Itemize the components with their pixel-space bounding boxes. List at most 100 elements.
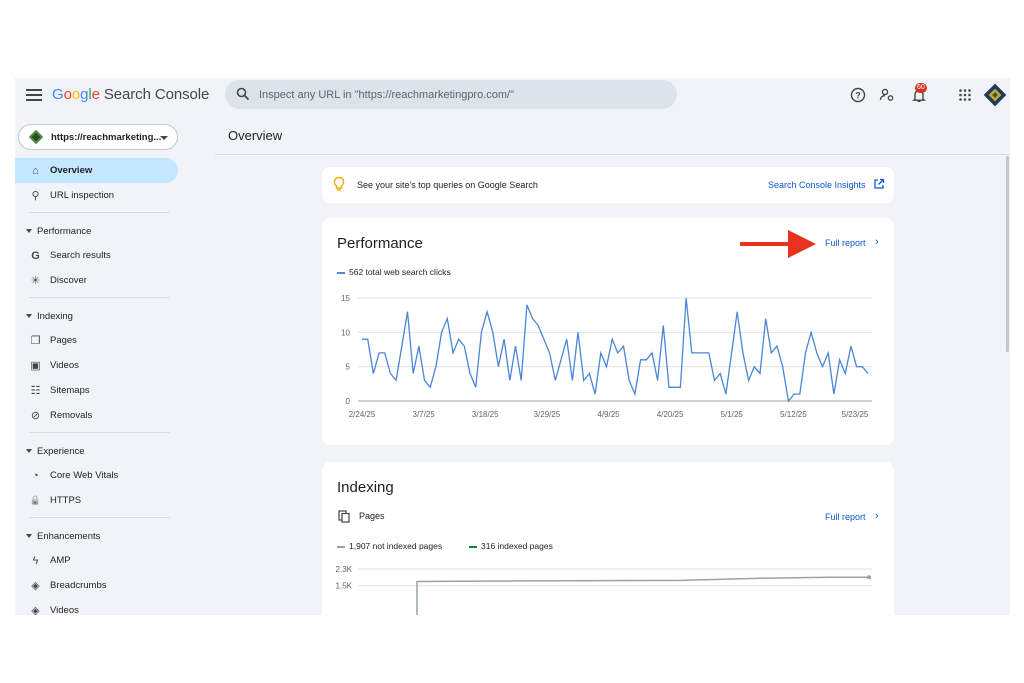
- sidebar-item-amp[interactable]: ϟ AMP: [15, 548, 185, 573]
- performance-chart: 0 5 10 15 2/24/25 3/7/25 3/18/25 3/29/25 4/9/25 4…: [341, 294, 872, 419]
- legend-label: 562 total web search clicks: [349, 267, 451, 277]
- sidebar-item-url-inspection[interactable]: ⚲ URL inspection: [15, 183, 185, 208]
- indexing-full-report-link[interactable]: Full report: [825, 512, 866, 522]
- legend-not-indexed[interactable]: 1,907 not indexed pages: [337, 541, 442, 551]
- sidebar-item-search-results[interactable]: G Search results: [15, 243, 185, 268]
- sidebar-section-label: Performance: [37, 226, 92, 237]
- pages-icon: ❐: [30, 335, 41, 347]
- sidebar-item-label: Sitemaps: [50, 385, 90, 396]
- property-label: https://reachmarketing...: [51, 132, 162, 143]
- sidebar-divider: [29, 212, 170, 213]
- sidebar-item-core-web-vitals[interactable]: ◔ Core Web Vitals: [15, 463, 185, 488]
- sidebar-item-label: Search results: [50, 250, 111, 261]
- sidebar-section-indexing[interactable]: Indexing: [15, 303, 185, 328]
- sidebar-item-sitemaps[interactable]: ☷ Sitemaps: [15, 378, 185, 403]
- search-console-insights-link[interactable]: Search Console Insights: [768, 180, 866, 190]
- sidebar: ⌂ Overview ⚲ URL inspection Performance G Sear…: [15, 158, 185, 615]
- chevron-down-icon: [160, 136, 168, 140]
- legend-label: 1,907 not indexed pages: [349, 541, 443, 551]
- sidebar-item-breadcrumbs[interactable]: ◈ Breadcrumbs: [15, 573, 185, 598]
- sidebar-item-discover[interactable]: ✳ Discover: [15, 268, 185, 293]
- indexing-card: Indexing Pages Full report › 1,907 not i…: [322, 462, 894, 615]
- caret-down-icon: [26, 314, 32, 318]
- sidebar-item-pages[interactable]: ❐ Pages: [15, 328, 185, 353]
- x-tick-label: 4/9/25: [597, 410, 620, 419]
- sidebar-item-label: Removals: [50, 410, 93, 421]
- legend-label: 316 indexed pages: [481, 541, 553, 551]
- search-icon: ⚲: [31, 190, 40, 202]
- insights-text: See your site's top queries on Google Se…: [357, 180, 538, 190]
- sidebar-item-removals[interactable]: ⊘ Removals: [15, 403, 185, 428]
- sidebar-item-https[interactable]: 🔒 HTTPS: [15, 488, 185, 513]
- sidebar-item-overview[interactable]: ⌂ Overview: [15, 158, 178, 183]
- legend-indexed[interactable]: 316 indexed pages: [469, 541, 553, 551]
- sitemap-icon: ☷: [30, 385, 41, 397]
- gauge-icon: ◔: [32, 469, 39, 482]
- x-tick-label: 5/1/25: [721, 410, 744, 419]
- apps-grid-icon[interactable]: [957, 87, 973, 103]
- menu-icon[interactable]: [25, 86, 43, 104]
- x-tick-label: 3/18/25: [472, 410, 499, 419]
- x-tick-label: 2/24/25: [349, 410, 376, 419]
- performance-legend[interactable]: 562 total web search clicks: [337, 267, 451, 277]
- lightbulb-icon: [333, 176, 345, 191]
- property-selector[interactable]: https://reachmarketing...: [18, 124, 178, 150]
- sidebar-section-label: Experience: [37, 446, 85, 457]
- indexing-title: Indexing: [337, 479, 394, 496]
- sidebar-item-label: Discover: [50, 275, 87, 286]
- sidebar-item-videos[interactable]: ▣ Videos: [15, 353, 185, 378]
- x-tick-label: 3/29/25: [534, 410, 561, 419]
- removal-icon: ⊘: [30, 410, 41, 422]
- google-search-console-logo[interactable]: Google Search Console: [52, 86, 209, 103]
- search-input[interactable]: [259, 80, 659, 109]
- header-divider: [215, 154, 1010, 155]
- caret-down-icon: [26, 449, 32, 453]
- google-g-icon: G: [31, 249, 40, 262]
- top-bar: Google Search Console ? 60: [15, 78, 1010, 112]
- sidebar-item-label: Core Web Vitals: [50, 470, 119, 481]
- scrollbar[interactable]: [1006, 156, 1009, 352]
- url-inspection-search[interactable]: [225, 80, 677, 109]
- caret-down-icon: [26, 534, 32, 538]
- y-tick-label: 1.5K: [336, 582, 353, 591]
- sidebar-item-label: URL inspection: [50, 190, 115, 201]
- insights-banner: See your site's top queries on Google Se…: [322, 167, 894, 203]
- sidebar-item-label: Videos: [50, 360, 79, 371]
- x-tick-label: 4/20/25: [657, 410, 684, 419]
- legend-swatch: [337, 271, 345, 274]
- chevron-right-icon[interactable]: ›: [875, 236, 879, 248]
- open-external-icon[interactable]: [873, 178, 885, 190]
- account-avatar[interactable]: [983, 83, 1007, 107]
- sidebar-item-label: HTTPS: [50, 495, 82, 506]
- sidebar-item-label: Pages: [50, 335, 77, 346]
- search-icon: [236, 87, 250, 101]
- asterisk-icon: ✳: [30, 275, 41, 287]
- svg-text:?: ?: [855, 90, 861, 100]
- sidebar-divider: [29, 297, 170, 298]
- not-indexed-series-line: [416, 576, 870, 615]
- legend-swatch: [337, 545, 345, 548]
- home-icon: ⌂: [32, 164, 39, 177]
- sidebar-section-performance[interactable]: Performance: [15, 218, 185, 243]
- sidebar-item-videos[interactable]: ◈ Videos: [15, 598, 185, 615]
- series-end-point: [867, 575, 871, 580]
- sidebar-section-experience[interactable]: Experience: [15, 438, 185, 463]
- search-console-app: Google Search Console ? 60 https://reach…: [15, 78, 1010, 615]
- sidebar-section-enhancements[interactable]: Enhancements: [15, 523, 185, 548]
- x-tick-label: 5/23/25: [842, 410, 869, 419]
- pages-icon: [338, 510, 350, 523]
- x-tick-label: 3/7/25: [413, 410, 436, 419]
- help-icon[interactable]: ?: [850, 87, 866, 103]
- legend-swatch: [469, 545, 477, 548]
- y-tick-label: 15: [341, 294, 350, 303]
- video-icon: ▣: [30, 360, 41, 372]
- performance-full-report-link[interactable]: Full report: [825, 238, 866, 248]
- notification-badge: 60: [915, 83, 927, 93]
- x-tick-label: 5/12/25: [780, 410, 807, 419]
- sidebar-divider: [29, 432, 170, 433]
- caret-down-icon: [26, 229, 32, 233]
- y-tick-label: 2.3K: [336, 565, 353, 574]
- y-tick-label: 5: [346, 363, 351, 372]
- chevron-right-icon[interactable]: ›: [875, 510, 879, 522]
- user-settings-icon[interactable]: [879, 87, 895, 103]
